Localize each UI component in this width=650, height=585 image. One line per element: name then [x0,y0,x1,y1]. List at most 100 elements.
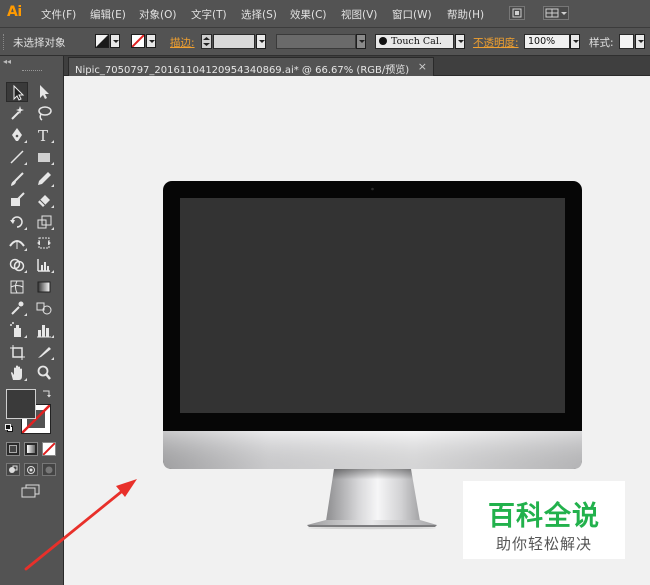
stroke-swatch[interactable] [131,34,145,48]
selection-arrow-icon [13,84,25,101]
control-bar: 未选择对象 描边: Touch Cal. 不透明度: 100% 样式: [0,28,650,56]
pencil-tool[interactable] [33,169,55,189]
menu-effect[interactable]: 效果(C) [290,7,327,22]
arrange-documents-icon [545,8,567,18]
pen-tool[interactable] [6,125,28,145]
opacity-value: 100% [528,36,556,47]
stroke-weight-dropdown[interactable] [256,34,266,49]
rectangle-tool[interactable] [33,147,55,167]
menu-help[interactable]: 帮助(H) [447,7,484,22]
hand-tool[interactable] [6,363,28,383]
rotate-tool[interactable] [6,212,28,232]
screen-mode-button[interactable] [21,484,41,500]
eyedropper-tool[interactable] [6,298,28,318]
artboard-tool[interactable] [6,342,28,362]
gradient-icon [37,281,51,293]
stroke-weight-stepper[interactable] [201,34,212,49]
menu-bar: Ai 文件(F) 编辑(E) 对象(O) 文字(T) 选择(S) 效果(C) 视… [0,0,650,28]
menu-type[interactable]: 文字(T) [191,7,227,22]
eraser-tool[interactable] [33,190,55,210]
menu-file[interactable]: 文件(F) [41,7,76,22]
watermark-logo: 百科全说 助你轻松解决 [463,481,625,559]
fill-color-icon [96,35,108,47]
artboard-icon [10,345,25,360]
slice-tool[interactable] [33,342,55,362]
stepper-arrows-icon [203,37,210,46]
tools-panel: ◂◂ T [0,56,64,585]
blob-brush-icon [11,192,25,206]
variable-width-dropdown[interactable] [356,34,366,49]
menu-view[interactable]: 视图(V) [341,7,377,22]
line-segment-tool[interactable] [6,147,28,167]
zoom-tool[interactable] [33,363,55,383]
free-transform-tool[interactable] [33,233,55,253]
direct-selection-tool[interactable] [33,82,55,102]
gradient-swatch-icon [27,445,35,453]
tools-panel-grip[interactable] [22,70,42,73]
graphic-style-dropdown[interactable] [635,34,645,49]
draw-normal-icon [9,465,18,473]
stroke-label[interactable]: 描边: [170,35,195,50]
symbol-sprayer-tool[interactable] [6,320,28,340]
perspective-grid-tool[interactable] [33,255,55,275]
document-tab-title: Nipic_7050797_20161104120954340869.ai* @… [75,65,410,76]
paintbrush-tool[interactable] [6,169,28,189]
column-graph-tool[interactable] [33,320,55,340]
default-fill-stroke-icon[interactable] [5,424,14,433]
gradient-mode-button[interactable] [24,442,38,456]
variable-width-profile[interactable] [276,34,356,49]
opacity-label[interactable]: 不透明度: [473,35,519,50]
document-tab-bar: Nipic_7050797_20161104120954340869.ai* @… [64,56,650,76]
watermark-subtitle: 助你轻松解决 [495,535,592,553]
arrange-documents-button[interactable] [543,6,569,20]
menu-object[interactable]: 对象(O) [139,7,176,22]
stroke-weight-field[interactable] [213,34,255,49]
fill-color-swatch[interactable] [6,389,36,419]
swap-fill-stroke-icon[interactable] [42,388,52,398]
watermark-title: 百科全说 [488,501,600,532]
lasso-icon [38,106,52,121]
brush-definition-field[interactable]: Touch Cal. [375,34,454,49]
color-mode-button[interactable] [6,442,20,456]
mesh-tool[interactable] [6,277,28,297]
opacity-dropdown[interactable] [570,34,580,49]
width-tool[interactable] [6,233,28,253]
draw-inside-icon [45,466,53,474]
bridge-icon [512,8,522,18]
selection-tool[interactable] [6,82,28,102]
monitor-screen [180,198,565,413]
selection-status: 未选择对象 [13,37,66,49]
shape-builder-tool[interactable] [6,255,28,275]
menu-window[interactable]: 窗口(W) [392,7,432,22]
none-mode-button[interactable] [42,442,56,456]
menu-edit[interactable]: 编辑(E) [90,7,126,22]
round-brush-icon [379,37,387,45]
magic-wand-tool[interactable] [6,103,28,123]
fill-dropdown[interactable] [110,34,120,48]
scale-tool[interactable] [33,212,55,232]
document-tab[interactable]: Nipic_7050797_20161104120954340869.ai* @… [68,57,434,76]
draw-behind-button[interactable] [24,463,38,476]
control-bar-grip[interactable] [3,34,6,50]
monitor-illustration[interactable] [163,181,582,530]
gradient-tool[interactable] [33,277,55,297]
stroke-dropdown[interactable] [146,34,156,48]
type-tool[interactable]: T [33,125,55,145]
monitor-camera [371,187,374,191]
graphic-style-swatch[interactable] [619,34,634,49]
opacity-field[interactable]: 100% [524,34,570,49]
bridge-button[interactable] [509,6,525,20]
draw-normal-button[interactable] [6,463,20,476]
screen-mode-icon [21,484,40,498]
blend-tool[interactable] [33,298,55,318]
draw-inside-button[interactable] [42,463,56,476]
collapse-panel-icon[interactable]: ◂◂ [3,57,11,66]
no-stroke-icon [132,35,144,47]
lasso-tool[interactable] [33,103,55,123]
menu-select[interactable]: 选择(S) [241,7,277,22]
close-tab-icon[interactable]: × [418,60,427,73]
blob-brush-tool[interactable] [6,190,28,210]
brush-dropdown[interactable] [455,34,465,49]
magnifier-icon [37,365,51,380]
fill-swatch[interactable] [95,34,109,48]
